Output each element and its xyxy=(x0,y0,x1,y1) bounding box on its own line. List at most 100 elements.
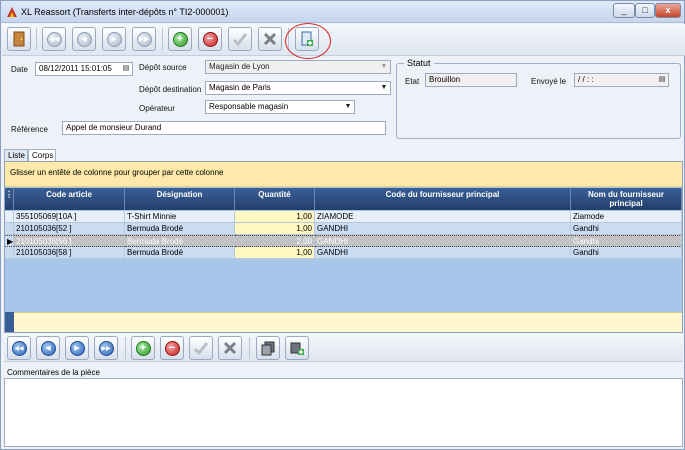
right-icon: ▶ xyxy=(69,340,85,356)
stack-arrow-icon xyxy=(290,342,304,355)
minimize-button[interactable]: _ xyxy=(613,3,635,18)
tab-liste[interactable]: Liste xyxy=(4,149,28,161)
grid-toolbar: ◀◀ ◀ ▶ ▶▶ + − xyxy=(4,334,683,362)
date-field[interactable]: 08/12/2011 15:01:05 ▤ xyxy=(35,62,133,76)
grid-add-button[interactable]: + xyxy=(131,336,155,360)
depot-source-value: Magasin de Lyon xyxy=(209,62,270,71)
double-right-icon: ▶▶ xyxy=(98,340,114,356)
comments-textarea[interactable] xyxy=(4,378,683,447)
column-header-code-fournisseur[interactable]: Code du fournisseur principal xyxy=(315,188,571,210)
highlight-annotation xyxy=(285,23,331,59)
statut-title: Statut xyxy=(404,58,434,68)
app-logo-icon xyxy=(7,7,17,17)
articles-grid: Glisser un entête de colonne pour groupe… xyxy=(4,161,683,333)
minus-icon: − xyxy=(202,31,218,47)
check-icon xyxy=(232,33,248,47)
chevron-down-icon[interactable]: ▼ xyxy=(379,62,389,72)
column-header-designation[interactable]: Désignation xyxy=(125,188,235,210)
table-row-selected[interactable]: ▶ 210105036[56 ] Bermuda Brodé 2,00 GAND… xyxy=(5,235,682,247)
cell-code: 355105069[10A ] xyxy=(14,211,125,223)
cell-code-fournisseur: GANDHI xyxy=(315,247,571,259)
check-icon xyxy=(193,342,209,356)
left-icon: ◀ xyxy=(40,340,56,356)
depot-source-label: Dépôt source xyxy=(139,63,187,72)
operateur-value: Responsable magasin xyxy=(209,102,289,111)
cell-designation: T-Shirt Minnie xyxy=(125,211,235,223)
add-button[interactable]: + xyxy=(168,27,192,51)
tab-corps[interactable]: Corps xyxy=(28,149,56,161)
table-row[interactable]: 210105036[58 ] Bermuda Brodé 1,00 GANDHI… xyxy=(5,247,682,259)
x-icon xyxy=(263,32,277,46)
grid-first-button[interactable]: ◀◀ xyxy=(7,336,31,360)
operateur-field[interactable]: Responsable magasin ▼ xyxy=(205,100,355,114)
cell-quantite[interactable]: 2,00 xyxy=(235,235,315,247)
left-icon: ◀ xyxy=(76,31,92,47)
close-window-button[interactable]: x xyxy=(655,3,681,18)
cell-designation: Bermuda Brodé xyxy=(125,223,235,235)
title-bar: XL Reassort (Transferts inter-dépôts n° … xyxy=(1,1,684,23)
previous-record-button[interactable]: ◀ xyxy=(72,27,96,51)
column-header-quantite[interactable]: Quantité xyxy=(235,188,315,210)
double-left-icon: ◀◀ xyxy=(11,340,27,356)
calendar-icon[interactable]: ▤ xyxy=(121,64,131,74)
envoye-value: / / : : xyxy=(578,75,594,84)
last-record-button[interactable]: ▶▶ xyxy=(132,27,156,51)
table-row[interactable]: 355105069[10A ] T-Shirt Minnie 1,00 ZIAM… xyxy=(5,211,682,223)
column-header-nom-fournisseur[interactable]: Nom du fournisseur principal xyxy=(571,188,682,210)
app-window: XL Reassort (Transferts inter-dépôts n° … xyxy=(0,0,685,450)
envoye-label: Envoyé le xyxy=(531,77,567,86)
row-pointer-icon: ▶ xyxy=(5,235,14,247)
main-toolbar: ◀◀ ◀ ▶ ▶▶ + − xyxy=(2,24,685,56)
delete-button[interactable]: − xyxy=(198,27,222,51)
depot-destination-field[interactable]: Magasin de Paris ▼ xyxy=(205,81,391,95)
cell-nom-fournisseur: Gandhi xyxy=(571,235,682,247)
validate-button[interactable] xyxy=(228,27,252,51)
close-document-button[interactable] xyxy=(7,27,31,51)
cell-quantite[interactable]: 1,00 xyxy=(235,211,315,223)
chevron-down-icon[interactable]: ▼ xyxy=(343,102,353,112)
cancel-button[interactable] xyxy=(258,27,282,51)
door-exit-icon xyxy=(13,31,25,47)
cell-nom-fournisseur: Gandhi xyxy=(571,223,682,235)
next-record-button[interactable]: ▶ xyxy=(102,27,126,51)
grid-copy-button[interactable] xyxy=(256,336,280,360)
cell-quantite[interactable]: 1,00 xyxy=(235,223,315,235)
group-by-hint: Glisser un entête de colonne pour groupe… xyxy=(5,162,682,187)
date-value: 08/12/2011 15:01:05 xyxy=(39,64,112,73)
column-header-code-article[interactable]: Code article xyxy=(14,188,125,210)
table-row[interactable]: 210105036[52 ] Bermuda Brodé 1,00 GANDHI… xyxy=(5,223,682,235)
cell-code: 210105036[52 ] xyxy=(14,223,125,235)
cell-code-fournisseur: GANDHI xyxy=(315,235,571,247)
grid-footer xyxy=(5,312,682,332)
reference-value: Appel de monsieur Durand xyxy=(66,123,162,132)
operateur-label: Opérateur xyxy=(139,104,176,113)
depot-destination-label: Dépôt destination xyxy=(139,85,202,94)
etat-value: Brouillon xyxy=(429,75,461,84)
grid-selector-header[interactable]: ⋮ xyxy=(5,188,14,210)
grid-cancel-button[interactable] xyxy=(218,336,242,360)
cell-code: 210105036[56 ] xyxy=(14,235,125,247)
chevron-down-icon[interactable]: ▼ xyxy=(379,83,389,93)
cell-quantite[interactable]: 1,00 xyxy=(235,247,315,259)
right-icon: ▶ xyxy=(106,31,122,47)
cell-nom-fournisseur: Gandhi xyxy=(571,247,682,259)
etat-label: Etat xyxy=(405,77,420,86)
envoye-field[interactable]: / / : : ▤ xyxy=(574,73,669,87)
grid-last-button[interactable]: ▶▶ xyxy=(94,336,118,360)
first-record-button[interactable]: ◀◀ xyxy=(42,27,66,51)
calendar-icon[interactable]: ▤ xyxy=(657,75,667,85)
grid-delete-button[interactable]: − xyxy=(160,336,184,360)
grid-validate-button[interactable] xyxy=(189,336,213,360)
reference-input[interactable]: Appel de monsieur Durand xyxy=(62,121,386,135)
cell-designation: Bermuda Brodé xyxy=(125,235,235,247)
maximize-button[interactable]: □ xyxy=(635,3,655,18)
grid-previous-button[interactable]: ◀ xyxy=(36,336,60,360)
cell-code: 210105036[58 ] xyxy=(14,247,125,259)
comments-label: Commentaires de la pièce xyxy=(7,368,100,377)
grid-next-button[interactable]: ▶ xyxy=(65,336,89,360)
grid-import-button[interactable] xyxy=(285,336,309,360)
double-right-icon: ▶▶ xyxy=(136,31,152,47)
x-icon xyxy=(223,341,237,355)
cell-code-fournisseur: ZIAMODE xyxy=(315,211,571,223)
depot-source-field[interactable]: Magasin de Lyon ▼ xyxy=(205,60,391,74)
